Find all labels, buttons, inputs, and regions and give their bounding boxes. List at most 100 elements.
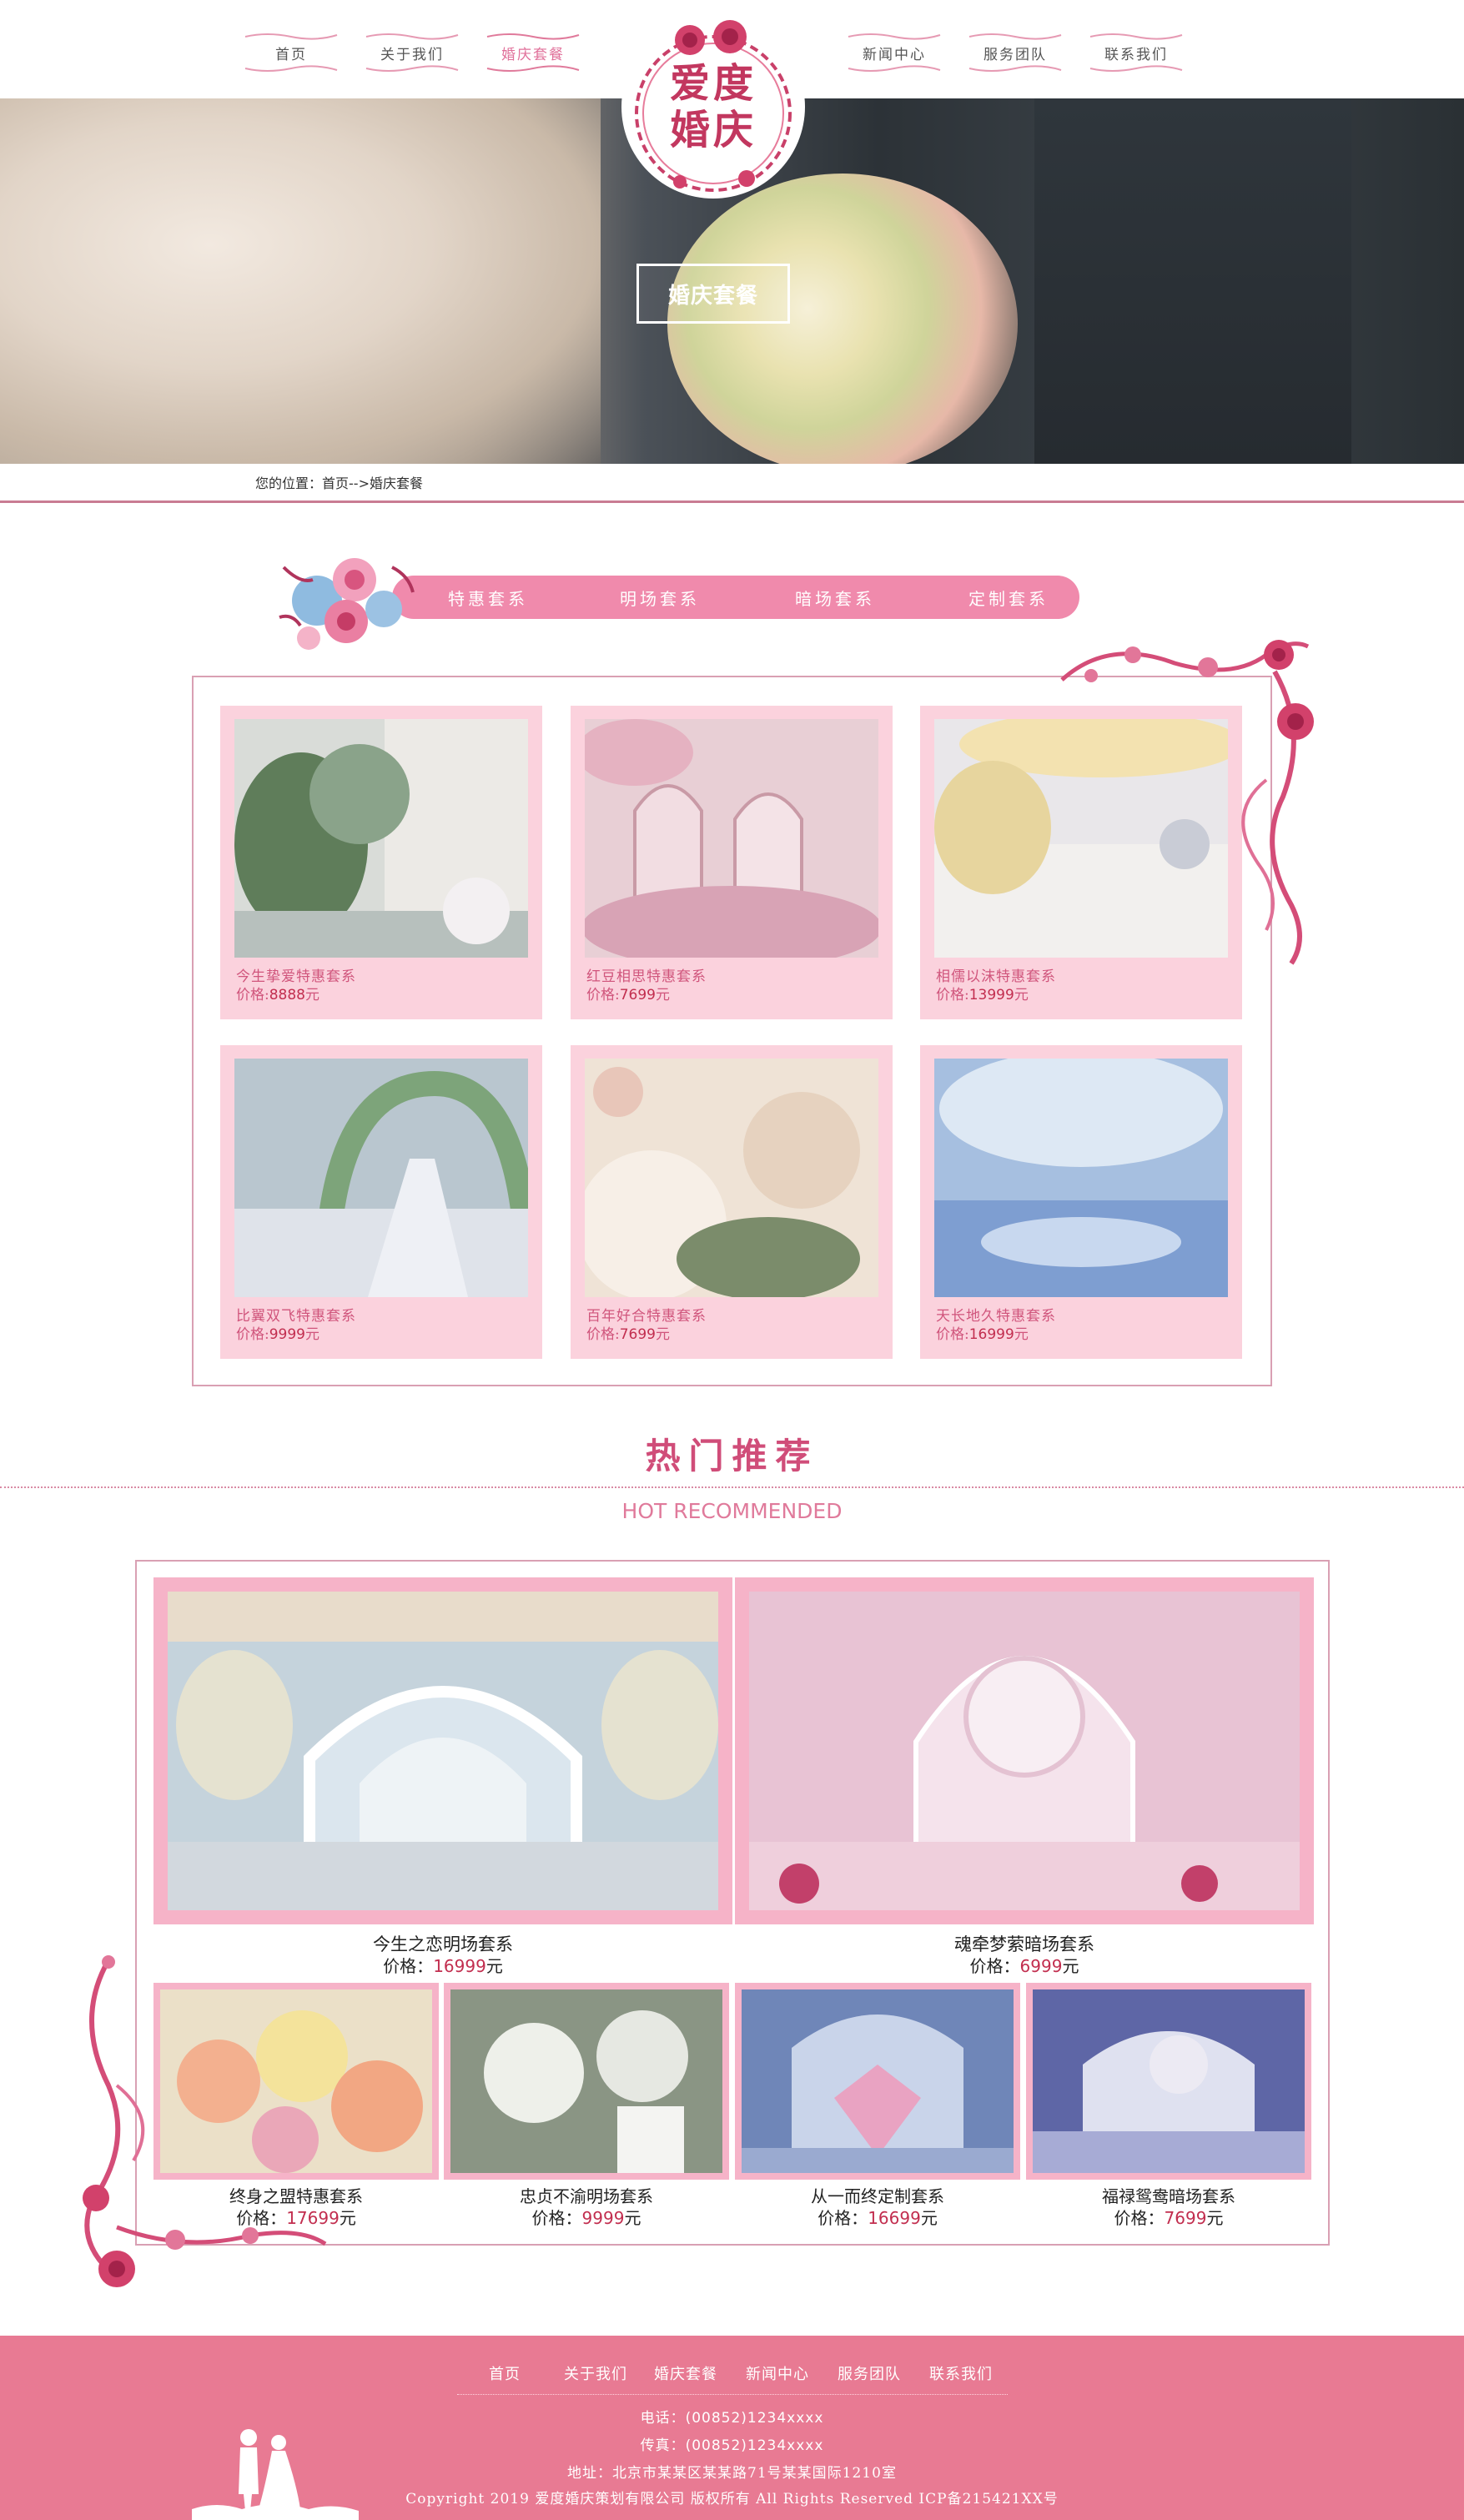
package-card[interactable]: 今生挚爱特惠套系 价格:8888元 [220, 706, 542, 1019]
hot-item-caption: 忠贞不渝明场套系 价格：9999元 [444, 2186, 729, 2229]
price-unit: 元 [1062, 1956, 1079, 1976]
price-unit: 元 [485, 1956, 503, 1976]
rose-vine-icon [1060, 640, 1314, 965]
price-value: 7699 [619, 1326, 656, 1343]
nav-about[interactable]: 关于我们 [363, 32, 461, 73]
price-label: 价格: [586, 987, 620, 1003]
hot-item-photo [1033, 1989, 1305, 2173]
package-photo [585, 1059, 878, 1297]
hot-item-photo [742, 1989, 1014, 2173]
hot-item-caption: 从一而终定制套系 价格：16699元 [735, 2186, 1020, 2229]
price-unit: 元 [1014, 1326, 1029, 1343]
couple-silhouette-icon [192, 2429, 359, 2520]
nav-team[interactable]: 服务团队 [966, 32, 1064, 73]
banner-packages-button[interactable]: 婚庆套餐 [636, 264, 790, 324]
breadcrumb-divider [0, 500, 1464, 503]
price-label: 价格: [236, 1326, 269, 1343]
price-value: 7699 [1164, 2208, 1207, 2228]
price-label: 价格: [586, 1326, 620, 1343]
hot-item-name: 从一而终定制套系 [811, 2186, 944, 2206]
nav-flourish-icon [244, 33, 338, 40]
hot-item-name: 福禄鸳鸯暗场套系 [1102, 2186, 1235, 2206]
price-value: 16999 [968, 1326, 1014, 1343]
price-unit: 元 [305, 1326, 319, 1343]
breadcrumb-home-link[interactable]: 首页 [322, 475, 349, 491]
nav-contact-label: 联系我们 [1104, 46, 1168, 63]
package-price: 价格:8888元 [236, 983, 319, 1003]
nav-news[interactable]: 新闻中心 [845, 32, 943, 73]
package-card[interactable]: 比翼双飞特惠套系 价格:9999元 [220, 1045, 542, 1359]
hot-item-card[interactable] [1026, 1983, 1311, 2180]
package-photo [585, 719, 878, 958]
hot-section-subtitle: HOT RECOMMENDED [621, 1499, 843, 1523]
price-unit: 元 [1014, 987, 1029, 1003]
featured-caption: 魂牵梦萦暗场套系 价格：6999元 [735, 1934, 1314, 1977]
price-unit: 元 [656, 987, 670, 1003]
featured-card[interactable] [735, 1577, 1314, 1924]
fax-label: 传真： [640, 2437, 686, 2454]
footer-nav-team[interactable]: 服务团队 [838, 2362, 901, 2384]
nav-flourish-icon [1089, 65, 1183, 72]
package-price: 价格:7699元 [586, 983, 670, 1003]
footer-divider [457, 2394, 1008, 2395]
package-card[interactable]: 百年好合特惠套系 价格:7699元 [571, 1045, 893, 1359]
price-unit: 元 [1206, 2208, 1224, 2228]
price-value: 8888 [269, 987, 305, 1003]
category-special[interactable]: 特惠套系 [425, 576, 551, 619]
nav-flourish-icon [968, 33, 1062, 40]
nav-team-label: 服务团队 [984, 46, 1047, 63]
footer-nav-contact[interactable]: 联系我们 [929, 2362, 993, 2384]
price-value: 9999 [581, 2208, 625, 2228]
package-price: 价格:13999元 [936, 983, 1029, 1003]
package-card[interactable]: 天长地久特惠套系 价格:16999元 [920, 1045, 1242, 1359]
nav-contact[interactable]: 联系我们 [1087, 32, 1185, 73]
nav-news-label: 新闻中心 [863, 46, 926, 63]
price-unit: 元 [305, 987, 319, 1003]
fax-value: (00852)1234xxxx [685, 2437, 824, 2454]
package-price: 价格:7699元 [586, 1322, 670, 1343]
price-value: 6999 [1019, 1956, 1063, 1976]
footer-nav-home[interactable]: 首页 [489, 2362, 521, 2384]
hot-item-price: 价格：9999元 [444, 2207, 729, 2229]
package-photo [934, 1059, 1228, 1297]
package-price: 价格:16999元 [936, 1322, 1029, 1343]
price-value: 16699 [868, 2208, 921, 2228]
featured-card[interactable] [153, 1577, 732, 1924]
package-photo [234, 719, 528, 958]
nav-home-label: 首页 [275, 46, 307, 63]
footer-nav-packages[interactable]: 婚庆套餐 [654, 2362, 717, 2384]
category-custom[interactable]: 定制套系 [946, 576, 1071, 619]
price-label: 价格： [531, 2208, 582, 2228]
footer-nav-about[interactable]: 关于我们 [564, 2362, 627, 2384]
logo-text: 爱度婚庆 [669, 60, 757, 153]
category-daylight[interactable]: 明场套系 [597, 576, 722, 619]
category-dark[interactable]: 暗场套系 [772, 576, 898, 619]
flower-cluster-icon [279, 558, 415, 650]
breadcrumb-current: 婚庆套餐 [369, 475, 423, 491]
nav-about-label: 关于我们 [380, 46, 444, 63]
hot-section-title: 热门推荐 [645, 1436, 819, 1476]
breadcrumb-prefix: 您的位置： [255, 475, 323, 491]
price-value: 9999 [269, 1326, 305, 1343]
rose-vine-icon [83, 1955, 327, 2287]
hot-item-card[interactable] [444, 1983, 729, 2180]
featured-photo [168, 1592, 718, 1910]
featured-name: 魂牵梦萦暗场套系 [954, 1934, 1094, 1954]
package-card[interactable]: 红豆相思特惠套系 价格:7699元 [571, 706, 893, 1019]
hot-item-caption: 福禄鸳鸯暗场套系 价格：7699元 [1026, 2186, 1311, 2229]
site-header: 首页 关于我们 婚庆套餐 爱度婚庆 新闻中心 服务团队 联系我们 [0, 0, 1464, 199]
site-logo[interactable]: 爱度婚庆 [621, 15, 805, 199]
price-label: 价格： [1114, 2208, 1165, 2228]
footer-nav-news[interactable]: 新闻中心 [746, 2362, 809, 2384]
package-price: 价格:9999元 [236, 1322, 319, 1343]
nav-packages[interactable]: 婚庆套餐 [484, 32, 582, 73]
price-label: 价格: [936, 1326, 969, 1343]
hot-item-card[interactable] [735, 1983, 1020, 2180]
price-unit: 元 [339, 2208, 356, 2228]
price-value: 13999 [968, 987, 1014, 1003]
category-bar: 特惠套系 明场套系 暗场套系 定制套系 [392, 576, 1079, 619]
nav-flourish-icon [486, 33, 580, 40]
nav-flourish-icon [968, 65, 1062, 72]
price-unit: 元 [624, 2208, 641, 2228]
nav-home[interactable]: 首页 [242, 32, 340, 73]
